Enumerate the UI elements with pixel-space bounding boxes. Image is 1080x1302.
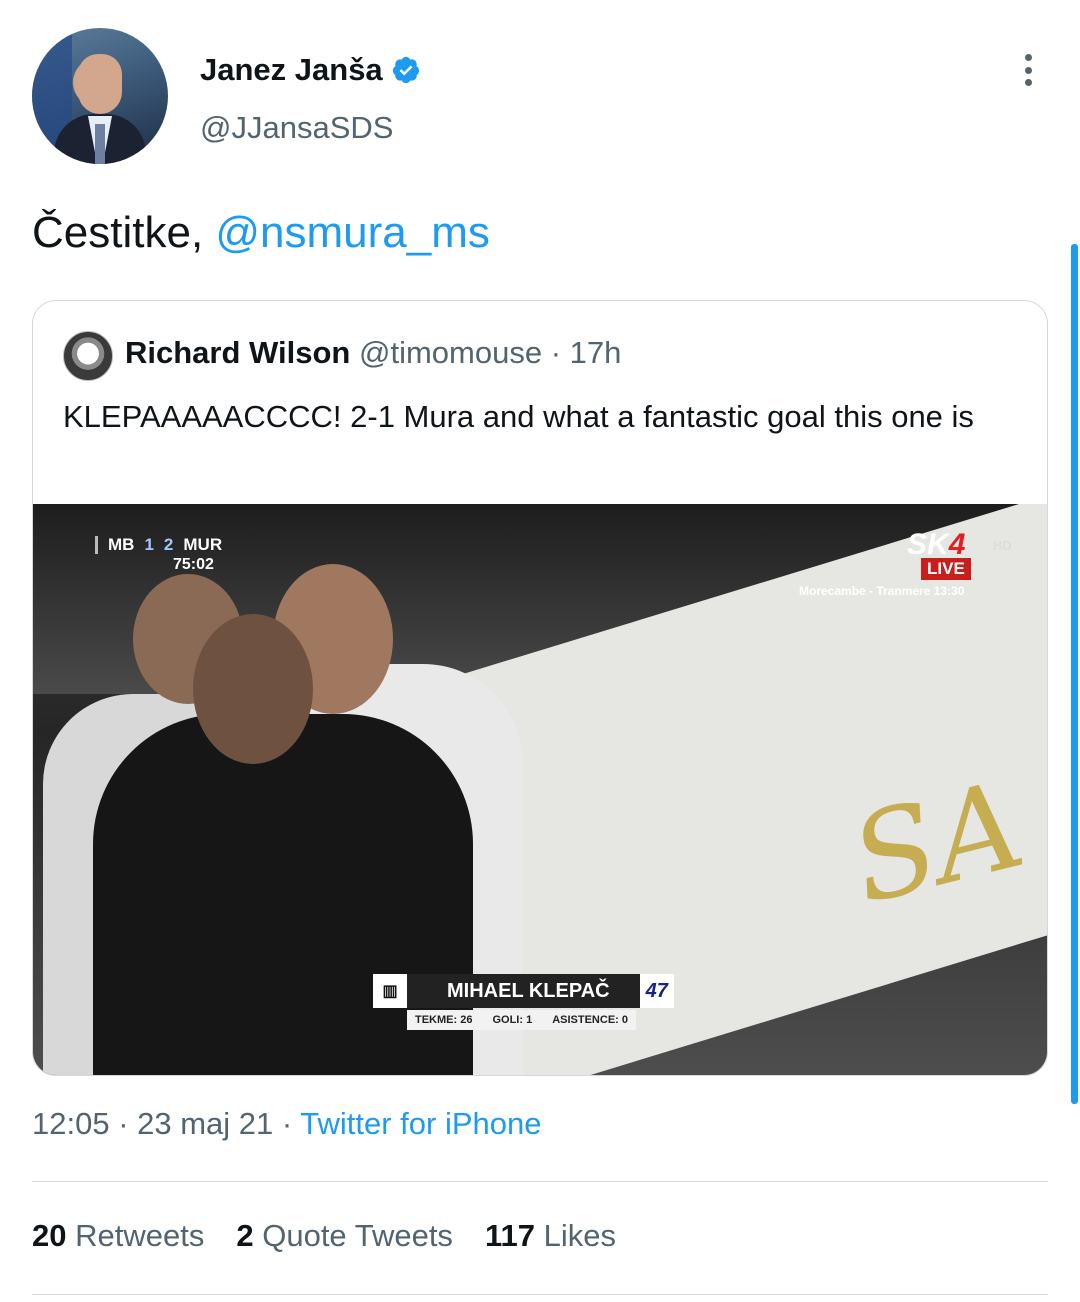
- author-name[interactable]: Janez Janša: [200, 52, 383, 88]
- home-team: MB: [108, 535, 135, 554]
- dot: [1024, 79, 1032, 86]
- match-clock: 75:02: [173, 556, 214, 573]
- verified-badge-icon: [392, 56, 419, 84]
- stat-goals: GOLI: 1: [492, 1014, 533, 1026]
- quoted-author-avatar[interactable]: [63, 331, 113, 381]
- dot: [1024, 66, 1032, 74]
- video-thumbnail[interactable]: SA MB 1 2 MUR 75:02 SK4 HD LIVE Morecamb…: [33, 504, 1047, 1075]
- retweets-label: Retweets: [75, 1218, 205, 1253]
- player-name: MIHAEL KLEPAČ: [407, 974, 640, 1008]
- divider: [32, 1294, 1048, 1295]
- tweet-meta: 12:05 · 23 maj 21 · Twitter for iPhone: [32, 1106, 541, 1142]
- mention-link[interactable]: @nsmura_ms: [215, 208, 490, 257]
- quotes-label: Quote Tweets: [262, 1218, 453, 1253]
- quoted-tweet-card[interactable]: Richard Wilson @timomouse · 17h KLEPAAAA…: [32, 300, 1048, 1076]
- retweets-stat[interactable]: 20 Retweets: [32, 1218, 204, 1254]
- player-number: 47: [639, 974, 674, 1008]
- away-team: MUR: [183, 535, 223, 554]
- scrollbar[interactable]: [1071, 244, 1078, 1104]
- quoted-tweet-text: KLEPAAAAACCCC! 2-1 Mura and what a fanta…: [63, 399, 974, 434]
- channel-name: SK: [907, 528, 949, 561]
- score-bug-bar: [95, 536, 98, 554]
- tweet-text: Čestitke, @nsmura_ms: [32, 205, 490, 261]
- divider: [32, 1181, 1048, 1182]
- quoted-author-name[interactable]: Richard Wilson: [125, 335, 350, 370]
- quoted-tweet-header: Richard Wilson @timomouse · 17h: [125, 335, 621, 371]
- stat-apps: TEKME: 26: [415, 1014, 473, 1026]
- channel-logo: SK4: [907, 528, 965, 562]
- tweet-timestamp[interactable]: 12:05 · 23 maj 21 ·: [32, 1106, 300, 1141]
- avatar-tie: [95, 124, 105, 164]
- quotes-count: 2: [236, 1218, 254, 1253]
- quoted-tweet-age: · 17h: [542, 335, 622, 370]
- player-lower-third: ▥ MIHAEL KLEPAČ 47: [373, 974, 674, 1008]
- club-crest-icon: ▥: [373, 974, 407, 1008]
- likes-count: 117: [484, 1218, 535, 1253]
- author-avatar[interactable]: [32, 28, 168, 164]
- tweet-source-link[interactable]: Twitter for iPhone: [300, 1106, 541, 1141]
- engagement-stats: 20 Retweets 2 Quote Tweets 117 Likes: [32, 1218, 616, 1254]
- likes-label: Likes: [543, 1218, 616, 1253]
- away-score: 2: [163, 535, 174, 554]
- dot: [1024, 54, 1032, 61]
- channel-number: 4: [948, 528, 966, 561]
- quoted-author-handle[interactable]: @timomouse: [359, 335, 542, 370]
- score-bug: MB 1 2 MUR: [95, 534, 222, 556]
- hd-badge: HD: [993, 538, 1012, 553]
- author-name-row: Janez Janša: [200, 50, 421, 90]
- author-handle[interactable]: @JJansaSDS: [200, 110, 393, 146]
- quote-tweets-stat[interactable]: 2 Quote Tweets: [236, 1218, 453, 1254]
- live-badge: LIVE: [921, 558, 971, 580]
- home-score: 1: [144, 535, 154, 554]
- player-stats: TEKME: 26 GOLI: 1 ASISTENCE: 0: [407, 1010, 636, 1030]
- next-match-ticker: Morecambe - Tranmere 13:30: [799, 584, 965, 598]
- stat-assists: ASISTENCE: 0: [552, 1014, 628, 1026]
- avatar-face: [78, 54, 122, 114]
- more-options-icon[interactable]: [1016, 50, 1040, 90]
- retweets-count: 20: [32, 1218, 67, 1253]
- tweet-text-body: Čestitke,: [32, 208, 216, 257]
- likes-stat[interactable]: 117 Likes: [485, 1218, 616, 1254]
- coach-head: [193, 614, 313, 764]
